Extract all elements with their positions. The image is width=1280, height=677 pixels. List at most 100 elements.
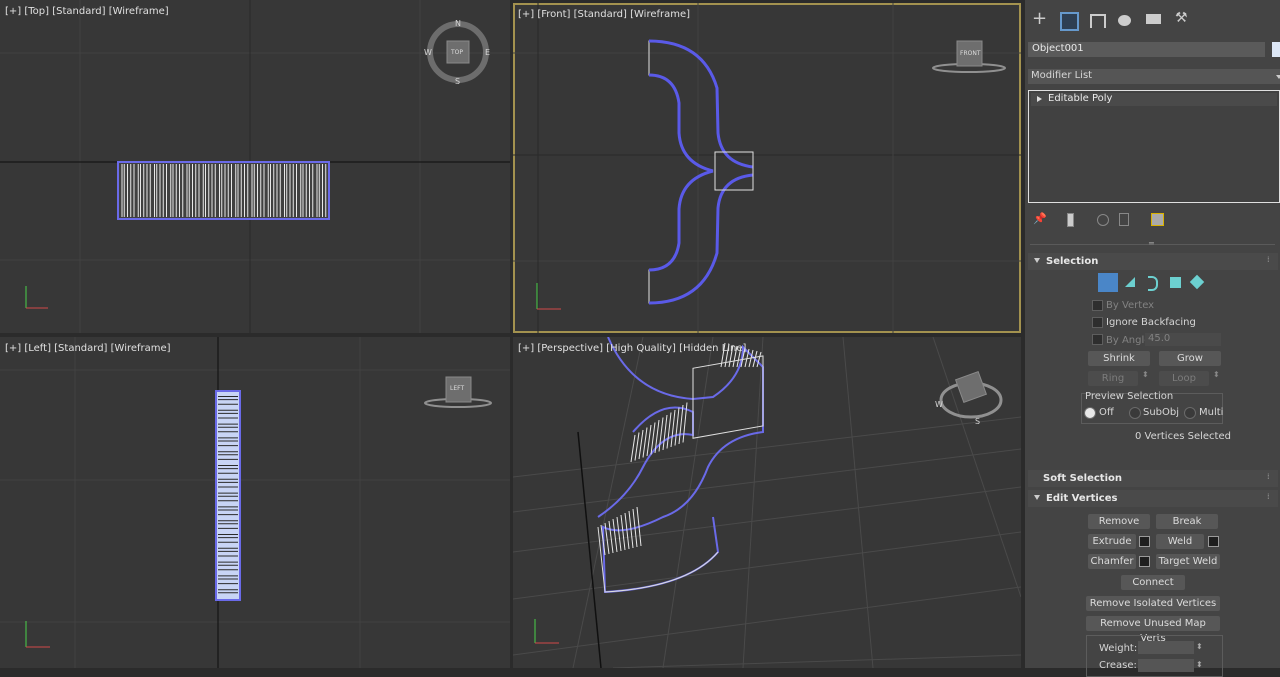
viewport-perspective[interactable]: [+] [Perspective] [High Quality] [Hidden…	[513, 337, 1021, 668]
modifier-list-dropdown[interactable]: Modifier List	[1028, 69, 1280, 84]
rollout-drag-icon[interactable]: ⁞	[1267, 472, 1270, 481]
by-angle-checkbox[interactable]	[1092, 334, 1103, 345]
viewport-perspective-canvas	[513, 337, 1021, 668]
break-button[interactable]: Break	[1156, 514, 1218, 529]
ignore-backfacing-checkbox[interactable]	[1092, 317, 1103, 328]
viewport-left-canvas	[0, 337, 510, 668]
crease-label: Crease:	[1099, 660, 1137, 671]
chamfer-settings-button[interactable]	[1139, 556, 1150, 567]
pin-stack-icon[interactable]: 📌	[1033, 212, 1047, 225]
target-weld-button[interactable]: Target Weld	[1156, 554, 1220, 569]
object-name-field[interactable]: Object001	[1028, 42, 1265, 57]
weight-spinner[interactable]	[1138, 641, 1194, 654]
viewport-front[interactable]: [+] [Front] [Standard] [Wireframe] FRONT	[513, 3, 1021, 333]
motion-tab-icon[interactable]	[1118, 15, 1131, 26]
preview-multi-label: Multi	[1199, 407, 1224, 418]
weld-settings-button[interactable]	[1208, 536, 1219, 547]
viewport-label[interactable]: [+] [Perspective] [High Quality] [Hidden…	[518, 343, 746, 354]
rollout-drag-icon[interactable]: ⁞	[1267, 492, 1270, 501]
configure-sets-icon[interactable]	[1151, 213, 1164, 226]
edge-mode-icon[interactable]	[1125, 277, 1135, 287]
chevron-down-icon	[1276, 75, 1280, 79]
remove-button[interactable]: Remove	[1088, 514, 1150, 529]
drag-handle-icon[interactable]: ═	[1149, 239, 1154, 248]
viewport-label[interactable]: [+] [Front] [Standard] [Wireframe]	[518, 9, 690, 20]
viewport-label[interactable]: [+] [Left] [Standard] [Wireframe]	[5, 343, 171, 354]
preview-subobj-label: SubObj	[1143, 407, 1180, 418]
by-vertex-checkbox[interactable]	[1092, 300, 1103, 311]
viewport-left[interactable]: [+] [Left] [Standard] [Wireframe] LEFT	[0, 337, 510, 668]
expand-arrow-icon[interactable]	[1037, 96, 1042, 102]
angle-value: 45.0	[1148, 333, 1171, 344]
compass-south: S	[975, 417, 981, 426]
ring-button[interactable]: Ring	[1088, 371, 1138, 386]
preview-multi-radio[interactable]	[1184, 407, 1196, 419]
viewport-front-canvas	[513, 3, 1021, 333]
remove-isolated-vertices-button[interactable]: Remove Isolated Vertices	[1086, 596, 1220, 611]
selection-status: 0 Vertices Selected	[1135, 431, 1231, 442]
show-end-result-icon[interactable]	[1067, 213, 1074, 227]
ignore-backfacing-label: Ignore Backfacing	[1106, 317, 1196, 328]
command-panel: + ⚒ Object001 Modifier List Editable Pol…	[1025, 0, 1280, 677]
collapse-arrow-icon	[1034, 258, 1040, 263]
create-tab-icon[interactable]: +	[1032, 8, 1047, 29]
remove-modifier-icon[interactable]	[1119, 213, 1129, 226]
compass-west: W	[424, 48, 432, 57]
loop-button[interactable]: Loop	[1159, 371, 1209, 386]
soft-selection-rollout-header[interactable]: Soft Selection	[1028, 470, 1278, 487]
object-color-swatch[interactable]	[1272, 42, 1280, 57]
preview-selection-label: Preview Selection	[1085, 391, 1174, 402]
angle-spinner[interactable]: 45.0	[1145, 333, 1221, 346]
compass-north: N	[455, 19, 461, 28]
panel-tabs: + ⚒	[1025, 8, 1280, 36]
subobject-icons	[1098, 273, 1220, 293]
selection-rollout-header[interactable]: Selection	[1028, 253, 1278, 270]
border-mode-icon[interactable]	[1148, 276, 1158, 291]
compass-south: S	[455, 77, 461, 86]
collapse-arrow-icon	[1034, 495, 1040, 500]
display-tab-icon[interactable]	[1146, 14, 1161, 24]
viewport-top[interactable]: [+] [Top] [Standard] [Wireframe] TOP N S…	[0, 0, 510, 333]
crease-spinner[interactable]	[1138, 659, 1194, 672]
modifier-stack[interactable]: Editable Poly	[1028, 90, 1280, 203]
extrude-settings-button[interactable]	[1139, 536, 1150, 547]
extrude-button[interactable]: Extrude	[1088, 534, 1136, 549]
rollout-title: Soft Selection	[1043, 473, 1123, 484]
grow-button[interactable]: Grow	[1159, 351, 1221, 366]
stack-item-label: Editable Poly	[1048, 93, 1113, 104]
view-cube-label[interactable]: TOP	[451, 49, 463, 56]
shrink-button[interactable]: Shrink	[1088, 351, 1150, 366]
loop-spinner-icon[interactable]: ⬍	[1213, 370, 1220, 379]
modify-tab-icon[interactable]	[1060, 12, 1079, 31]
viewport-top-canvas	[0, 0, 510, 333]
element-mode-icon[interactable]	[1189, 274, 1205, 290]
rollout-drag-icon[interactable]: ⁞	[1267, 255, 1270, 264]
polygon-mode-icon[interactable]	[1170, 277, 1181, 288]
preview-off-label: Off	[1099, 407, 1114, 418]
object-name-text: Object001	[1032, 43, 1084, 54]
preview-off-radio[interactable]	[1084, 407, 1096, 419]
weight-label: Weight:	[1099, 643, 1138, 654]
rollout-title: Edit Vertices	[1046, 493, 1118, 504]
preview-subobj-radio[interactable]	[1129, 407, 1141, 419]
hierarchy-tab-icon[interactable]	[1090, 14, 1106, 28]
rollout-title: Selection	[1046, 256, 1099, 267]
modifier-list-label: Modifier List	[1031, 70, 1093, 81]
stack-item-editable-poly[interactable]: Editable Poly	[1031, 93, 1277, 106]
weight-spinner-arrows[interactable]: ⬍	[1196, 642, 1203, 651]
compass-east: E	[485, 48, 491, 57]
weld-button[interactable]: Weld	[1156, 534, 1204, 549]
ring-spinner-icon[interactable]: ⬍	[1142, 370, 1149, 379]
connect-button[interactable]: Connect	[1121, 575, 1185, 590]
edit-vertices-rollout-header[interactable]: Edit Vertices	[1028, 490, 1278, 507]
utilities-tab-icon[interactable]: ⚒	[1175, 10, 1188, 26]
chamfer-button[interactable]: Chamfer	[1088, 554, 1136, 569]
vertex-mode-icon[interactable]	[1098, 273, 1118, 292]
view-cube-label[interactable]: LEFT	[450, 385, 464, 392]
viewport-label[interactable]: [+] [Top] [Standard] [Wireframe]	[5, 6, 169, 17]
by-vertex-label: By Vertex	[1106, 300, 1155, 311]
make-unique-icon[interactable]	[1097, 214, 1109, 226]
view-cube-label[interactable]: FRONT	[960, 50, 981, 57]
compass-west: W	[935, 400, 943, 409]
remove-unused-map-verts-button[interactable]: Remove Unused Map Verts	[1086, 616, 1220, 644]
